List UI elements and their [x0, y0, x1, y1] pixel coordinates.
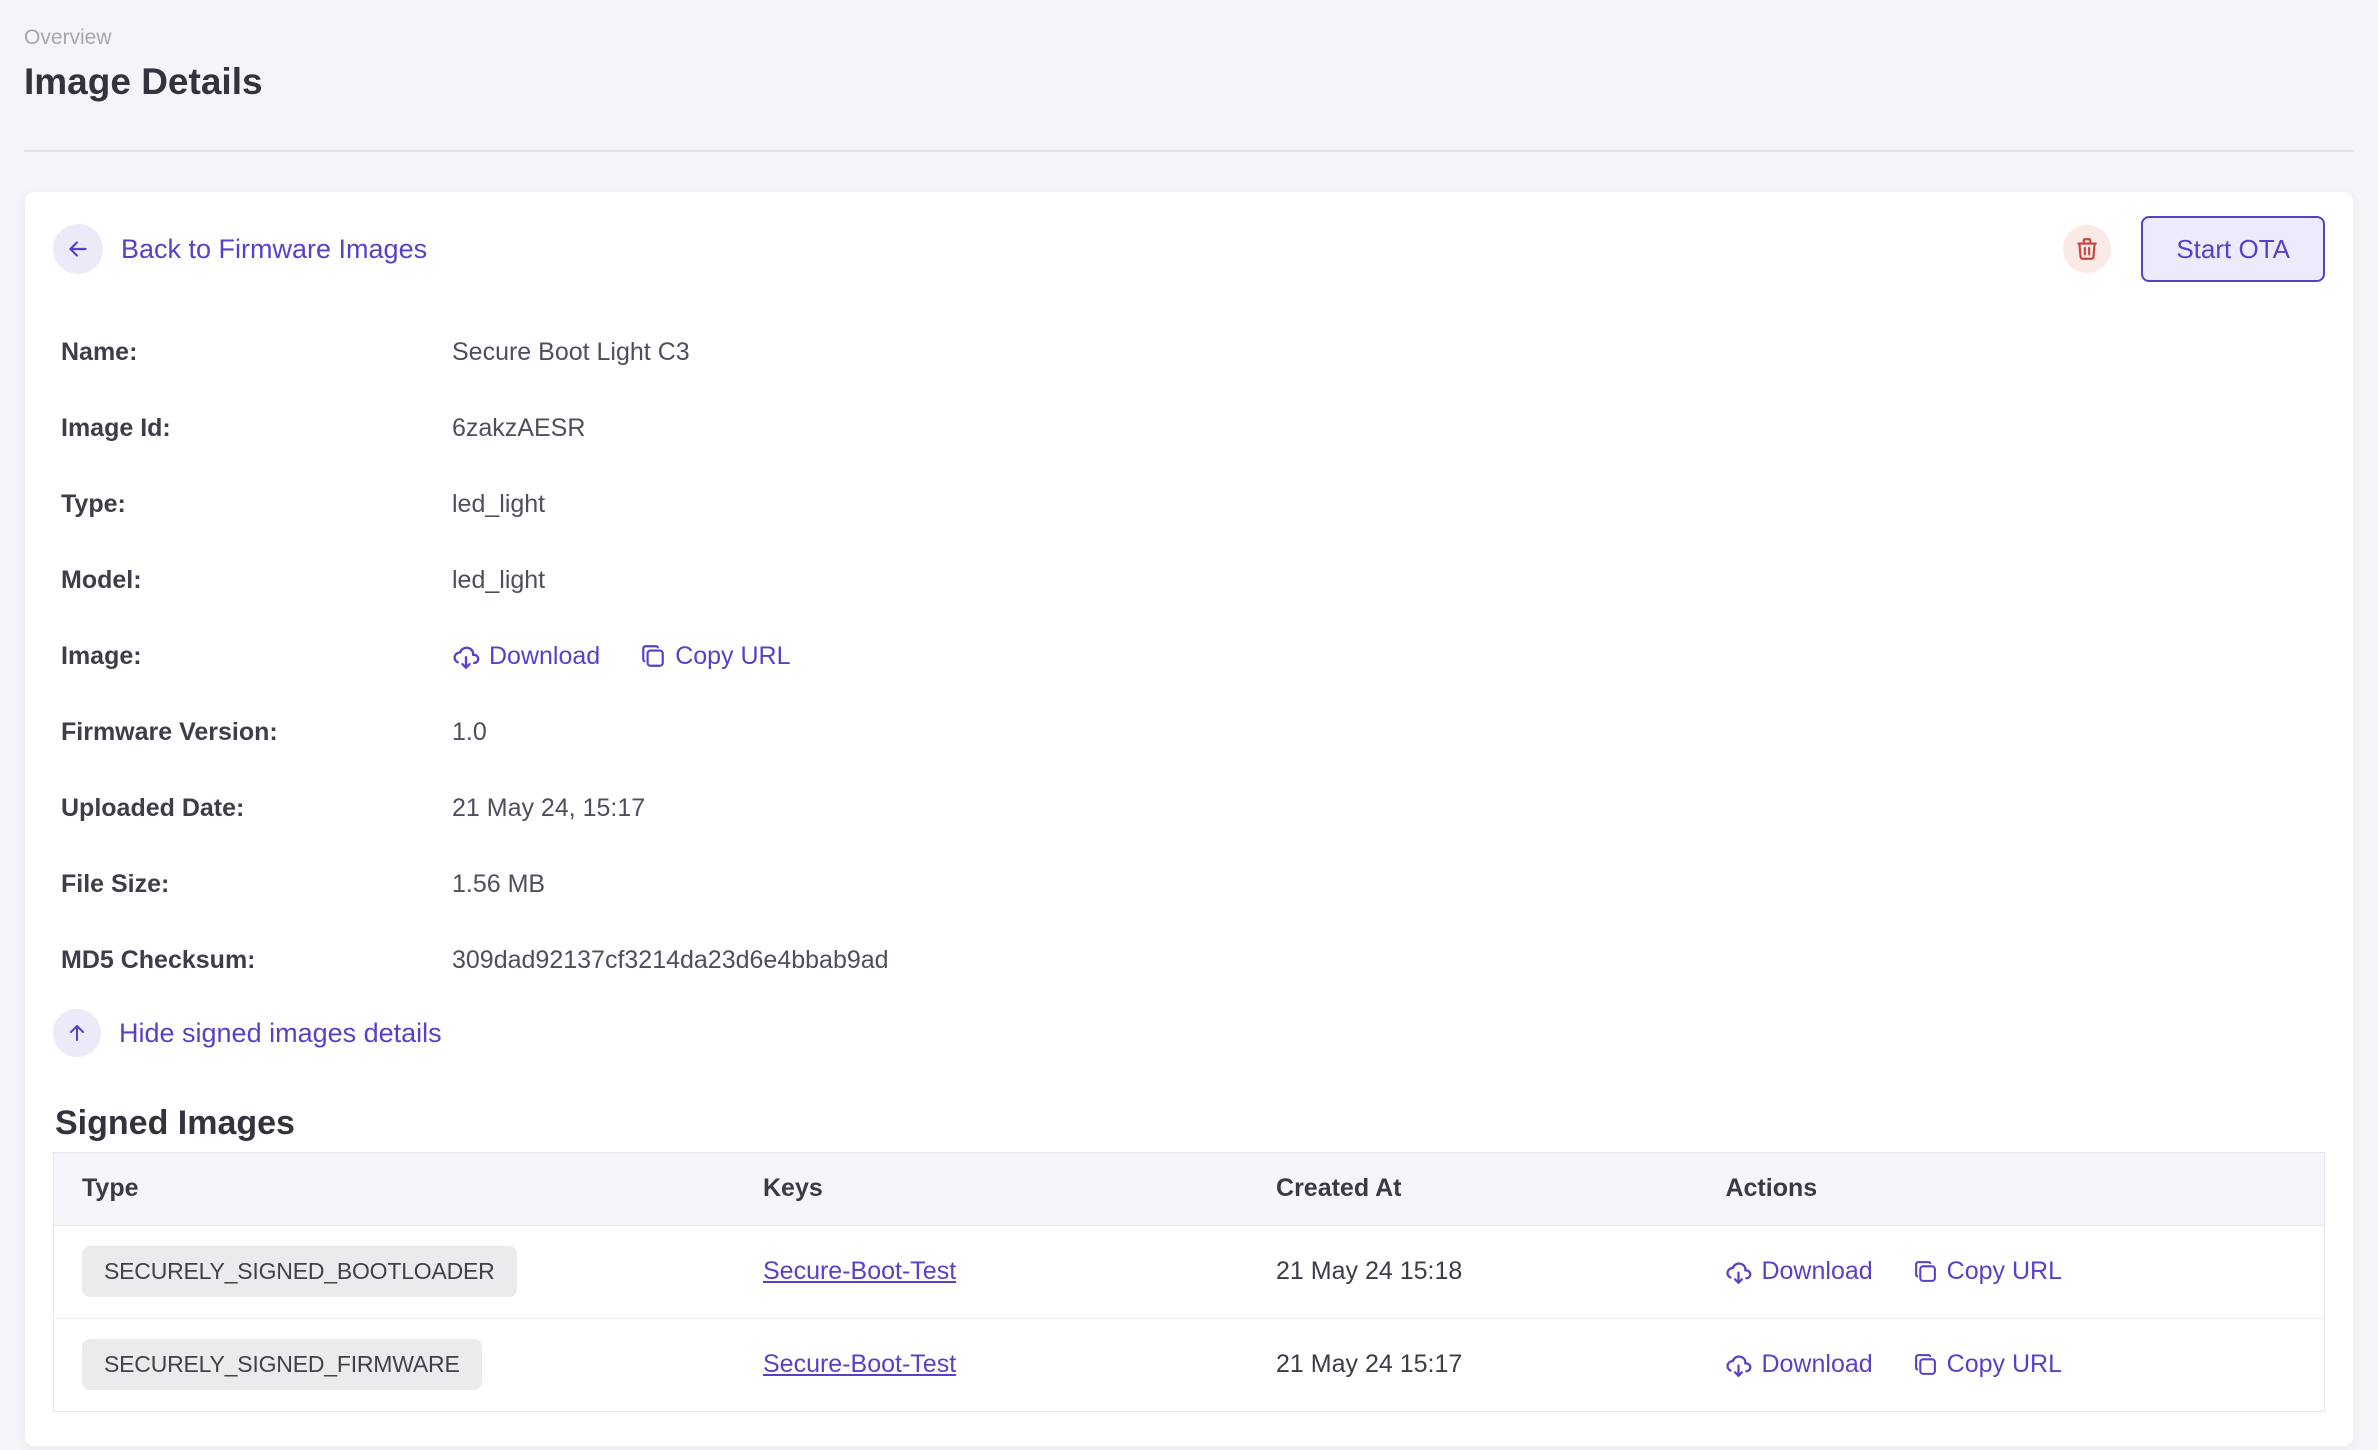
key-link[interactable]: Secure-Boot-Test: [763, 1257, 956, 1285]
details-list: Name: Secure Boot Light C3 Image Id: 6za…: [53, 314, 2325, 998]
trash-icon: [2074, 236, 2100, 262]
header-divider: [24, 150, 2354, 152]
back-to-firmware-images-link[interactable]: Back to Firmware Images: [53, 224, 427, 274]
download-signed-image-label: Download: [1761, 1350, 1872, 1379]
top-actions: Start OTA: [2063, 216, 2325, 282]
detail-value: 6zakzAESR: [452, 414, 585, 443]
detail-label: Uploaded Date:: [61, 794, 452, 823]
page: Overview Image Details Back to Firmware …: [0, 0, 2378, 1447]
row-actions: Download Copy URL: [1725, 1257, 2314, 1286]
column-header-type: Type: [54, 1153, 735, 1225]
copy-signed-image-url-link[interactable]: Copy URL: [1913, 1350, 2062, 1379]
detail-value: led_light: [452, 490, 545, 519]
column-header-created-at: Created At: [1248, 1153, 1697, 1225]
download-signed-image-link[interactable]: Download: [1725, 1257, 1872, 1286]
download-signed-image-link[interactable]: Download: [1725, 1350, 1872, 1379]
hide-signed-images-label: Hide signed images details: [119, 1018, 442, 1049]
signed-type-badge: SECURELY_SIGNED_BOOTLOADER: [82, 1246, 517, 1297]
detail-label: File Size:: [61, 870, 452, 899]
detail-row-firmware-version: Firmware Version: 1.0: [53, 694, 2325, 770]
detail-value: 21 May 24, 15:17: [452, 794, 645, 823]
key-link[interactable]: Secure-Boot-Test: [763, 1350, 956, 1378]
copy-icon: [640, 643, 666, 669]
download-signed-image-label: Download: [1761, 1257, 1872, 1286]
created-at-value: 21 May 24 15:17: [1276, 1350, 1462, 1378]
back-link-label: Back to Firmware Images: [121, 234, 427, 265]
start-ota-button[interactable]: Start OTA: [2141, 216, 2325, 282]
image-details-card: Back to Firmware Images Start OTA Name: …: [24, 191, 2354, 1447]
table-row: SECURELY_SIGNED_FIRMWARE Secure-Boot-Tes…: [54, 1318, 2324, 1411]
cloud-download-icon: [1725, 1351, 1752, 1378]
detail-label: Name:: [61, 338, 452, 367]
detail-value: Secure Boot Light C3: [452, 338, 690, 367]
detail-row-image-id: Image Id: 6zakzAESR: [53, 390, 2325, 466]
hide-signed-images-toggle[interactable]: Hide signed images details: [53, 1009, 442, 1057]
arrow-up-icon: [53, 1009, 101, 1057]
detail-label: Image:: [61, 642, 452, 671]
copy-signed-image-url-label: Copy URL: [1947, 1350, 2062, 1379]
column-header-keys: Keys: [735, 1153, 1248, 1225]
detail-value: 309dad92137cf3214da23d6e4bbab9ad: [452, 946, 889, 975]
detail-row-name: Name: Secure Boot Light C3: [53, 314, 2325, 390]
detail-value: led_light: [452, 566, 545, 595]
created-at-value: 21 May 24 15:18: [1276, 1257, 1462, 1285]
detail-row-file-size: File Size: 1.56 MB: [53, 846, 2325, 922]
detail-row-type: Type: led_light: [53, 466, 2325, 542]
arrow-left-icon: [53, 224, 103, 274]
breadcrumb: Overview: [24, 26, 2354, 50]
detail-label: Image Id:: [61, 414, 452, 443]
card-toolbar: Back to Firmware Images Start OTA: [53, 216, 2325, 282]
detail-row-md5-checksum: MD5 Checksum: 309dad92137cf3214da23d6e4b…: [53, 922, 2325, 998]
download-image-link[interactable]: Download: [452, 642, 600, 671]
cloud-download-icon: [452, 642, 480, 670]
image-links: Download Copy URL: [452, 642, 791, 671]
copy-icon: [1913, 1259, 1938, 1284]
detail-label: MD5 Checksum:: [61, 946, 452, 975]
table-row: SECURELY_SIGNED_BOOTLOADER Secure-Boot-T…: [54, 1225, 2324, 1318]
detail-label: Firmware Version:: [61, 718, 452, 747]
cloud-download-icon: [1725, 1258, 1752, 1285]
copy-signed-image-url-link[interactable]: Copy URL: [1913, 1257, 2062, 1286]
detail-label: Model:: [61, 566, 452, 595]
copy-signed-image-url-label: Copy URL: [1947, 1257, 2062, 1286]
detail-row-uploaded-date: Uploaded Date: 21 May 24, 15:17: [53, 770, 2325, 846]
detail-value: 1.56 MB: [452, 870, 545, 899]
signed-type-badge: SECURELY_SIGNED_FIRMWARE: [82, 1339, 482, 1390]
table-header-row: Type Keys Created At Actions: [54, 1153, 2324, 1225]
signed-images-heading: Signed Images: [55, 1103, 2325, 1143]
copy-icon: [1913, 1352, 1938, 1377]
signed-images-table: Type Keys Created At Actions SECURELY_SI…: [53, 1152, 2325, 1412]
row-actions: Download Copy URL: [1725, 1350, 2314, 1379]
detail-value: 1.0: [452, 718, 487, 747]
column-header-actions: Actions: [1697, 1153, 2324, 1225]
detail-row-image: Image: Download Copy URL: [53, 618, 2325, 694]
copy-image-url-label: Copy URL: [675, 642, 790, 671]
download-image-label: Download: [489, 642, 600, 671]
page-title: Image Details: [24, 60, 2354, 104]
detail-label: Type:: [61, 490, 452, 519]
detail-row-model: Model: led_light: [53, 542, 2325, 618]
copy-image-url-link[interactable]: Copy URL: [640, 642, 790, 671]
delete-image-button[interactable]: [2063, 225, 2111, 273]
